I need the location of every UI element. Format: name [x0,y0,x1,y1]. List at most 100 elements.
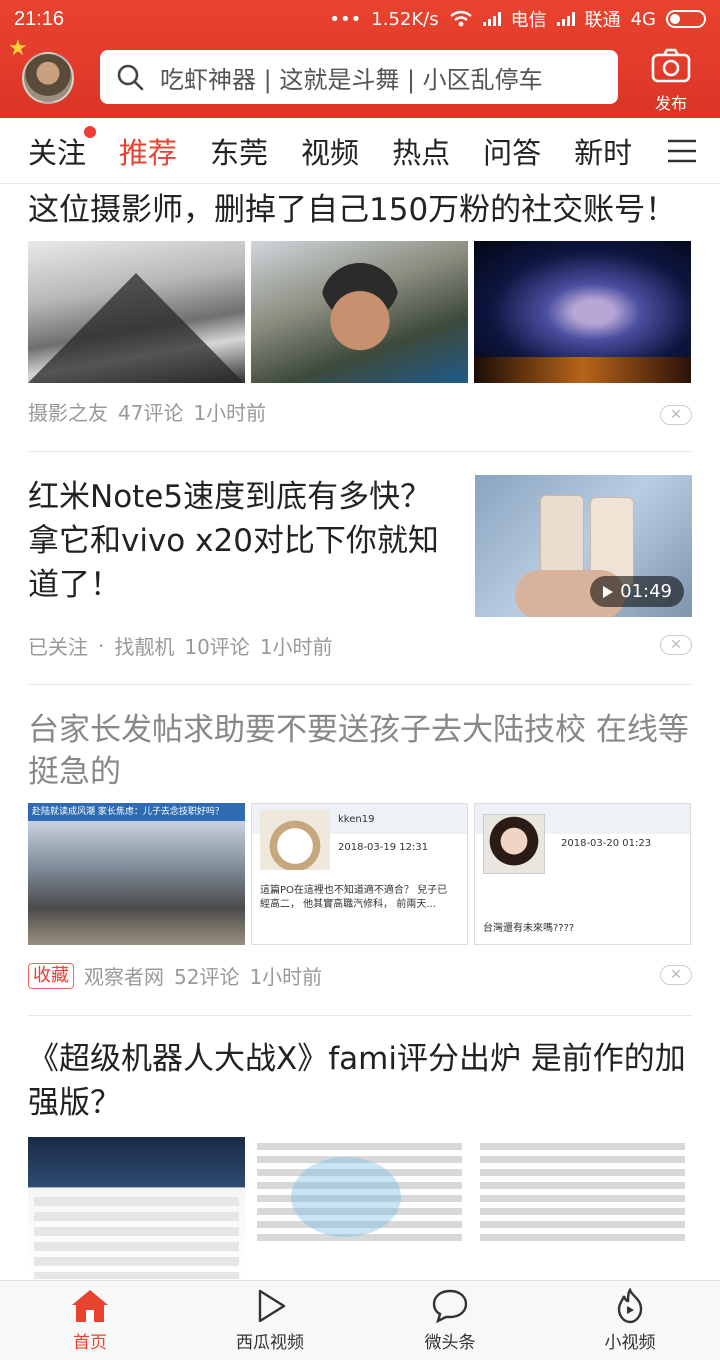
thumbnail-image [251,1137,468,1279]
article-title[interactable]: 这位摄影师，删掉了自己150万粉的社交账号！ [28,189,692,231]
thumbnail-image: kken19 2018-03-19 12:31 這篇PO在這裡也不知道適不適合？… [251,803,468,945]
tab-label: 热点 [392,135,451,170]
thumbnail-image: 2018-03-20 01:23 台灣還有未來嗎???? [474,803,691,945]
wifi-icon [449,10,472,27]
divider [28,451,692,452]
nav-label: 首页 [73,1333,107,1353]
tab-label: 东莞 [210,135,269,170]
thumbnail-row [28,241,692,383]
search-placeholder: 吃虾神器 | 这就是斗舞 | 小区乱停车 [160,65,543,94]
nav-label: 小视频 [604,1333,656,1353]
video-thumbnail[interactable]: 01:49 [475,475,692,617]
article-meta: 摄影之友 47评论 1小时前 ✕ [28,397,692,426]
search-bar[interactable]: 吃虾神器 | 这就是斗舞 | 小区乱停车 [100,50,618,104]
thumbnail-image [474,241,691,383]
tab-label: 视频 [301,135,360,170]
nav-micro-headline[interactable]: 微头条 [360,1281,540,1360]
publish-time: 1小时前 [249,965,323,989]
chat-bubble-icon [432,1289,468,1324]
divider [28,684,692,685]
feed-item[interactable]: 《超级机器人大战X》fami评分出炉 是前作的加强版？ [28,1037,692,1279]
bottom-navigation: 首页 西瓜视频 微头条 小视频 [0,1280,720,1360]
nav-home[interactable]: 首页 [0,1281,180,1360]
dismiss-icon[interactable]: ✕ [660,635,692,655]
tab-label: 问答 [483,135,542,170]
feed-item[interactable]: 这位摄影师，删掉了自己150万粉的社交账号！ 摄影之友 47评论 1小时前 ✕ [28,189,692,426]
tab-hot[interactable]: 热点 [392,130,450,172]
network-type: 4G [630,8,656,30]
comment-count: 10评论 [184,635,250,659]
tab-qa[interactable]: 问答 [483,130,541,172]
tab-new-era[interactable]: 新时 [574,130,632,172]
source-name: 找靓机 [114,635,175,659]
source-name: 摄影之友 [28,401,108,425]
more-dots-icon: ••• [329,8,362,30]
publish-button[interactable]: 发布 [640,48,702,114]
nav-xigua-video[interactable]: 西瓜视频 [180,1281,360,1360]
article-title[interactable]: 《超级机器人大战X》fami评分出炉 是前作的加强版？ [28,1037,692,1125]
network-speed: 1.52K/s [371,8,439,30]
forum-date: 2018-03-19 12:31 [338,842,429,853]
play-icon [603,585,614,598]
signal-bars-icon [556,12,575,26]
star-decoration-icon: ★ [8,36,28,61]
nav-short-video[interactable]: 小视频 [540,1281,720,1360]
tab-recommend[interactable]: 推荐 [119,130,177,172]
tab-label: 关注 [28,135,87,170]
unread-dot [84,125,97,138]
user-avatar[interactable] [22,52,74,104]
status-indicators: ••• 1.52K/s 电信 联通 4G [329,6,706,32]
thumbnail-image [474,1137,691,1279]
publish-time: 1小时前 [193,401,267,425]
thumbnail-image: 赴陆就读成风潮 家长焦虑：儿子去念技职好吗？ [28,803,245,945]
duration-text: 01:49 [620,581,672,602]
nav-label: 西瓜视频 [236,1333,304,1353]
source-name: 观察者网 [84,965,164,989]
thumbnail-image [251,241,468,383]
menu-icon [668,139,696,162]
channel-tabs: 关注 推荐 东莞 视频 热点 问答 新时 [0,118,720,184]
thumbnail-row [28,1137,692,1279]
forum-date: 2018-03-20 01:23 [561,838,652,849]
dismiss-icon[interactable]: ✕ [660,405,692,425]
tab-label: 新时 [574,135,633,170]
tab-dongguan[interactable]: 东莞 [210,130,268,172]
article-meta: 收藏 观察者网 52评论 1小时前 ✕ [28,961,692,990]
carrier-1: 电信 [510,10,547,31]
signal-bars-icon [482,12,501,26]
camera-icon [651,48,691,83]
collect-tag: 收藏 [28,962,74,989]
tab-follow[interactable]: 关注 [28,125,97,172]
divider [28,1015,692,1016]
publish-label: 发布 [654,94,687,113]
tab-video[interactable]: 视频 [301,130,359,172]
status-time: 21:16 [14,7,65,30]
flame-play-icon [617,1288,643,1324]
nav-label: 微头条 [424,1333,476,1353]
video-duration: 01:49 [590,576,684,607]
forum-post: 這篇PO在這裡也不知道適不適合？ 兒子已經高二， 他其實高職汽修科， 前兩天..… [260,885,448,910]
top-header: 21:16 ••• 1.52K/s 电信 联通 4G ★ 吃虾神器 | 这就是斗… [0,0,720,118]
article-meta: 已关注 · 找靓机 10评论 1小时前 ✕ [28,631,692,660]
play-icon [258,1289,286,1323]
thumbnail-banner-text: 赴陆就读成风潮 家长焦虑：儿子去念技职好吗？ [28,803,245,821]
comment-count: 47评论 [118,401,184,425]
feed-item[interactable]: 台家长发帖求助要不要送孩子去大陆技校 在线等挺急的 赴陆就读成风潮 家长焦虑：儿… [28,709,692,990]
home-icon [72,1290,108,1322]
search-icon [117,64,144,91]
tab-label: 推荐 [119,135,178,170]
channel-menu-button[interactable] [640,118,720,183]
thumbnail-image [28,1137,245,1279]
article-title[interactable]: 台家长发帖求助要不要送孩子去大陆技校 在线等挺急的 [28,709,692,793]
feed-item[interactable]: 红米Note5速度到底有多快？拿它和vivo x20对比下你就知道了！ 01:4… [28,475,692,659]
followed-status: 已关注 [28,635,88,659]
article-title[interactable]: 红米Note5速度到底有多快？拿它和vivo x20对比下你就知道了！ [28,475,448,607]
battery-icon [666,10,706,28]
publish-time: 1小时前 [259,635,333,659]
dismiss-icon[interactable]: ✕ [660,965,692,985]
carrier-2: 联通 [584,10,621,31]
forum-username: kken19 [338,814,375,825]
thumbnail-image [28,241,245,383]
news-feed[interactable]: 这位摄影师，删掉了自己150万粉的社交账号！ 摄影之友 47评论 1小时前 ✕ … [0,185,720,1280]
meta-separator: · [98,633,105,658]
